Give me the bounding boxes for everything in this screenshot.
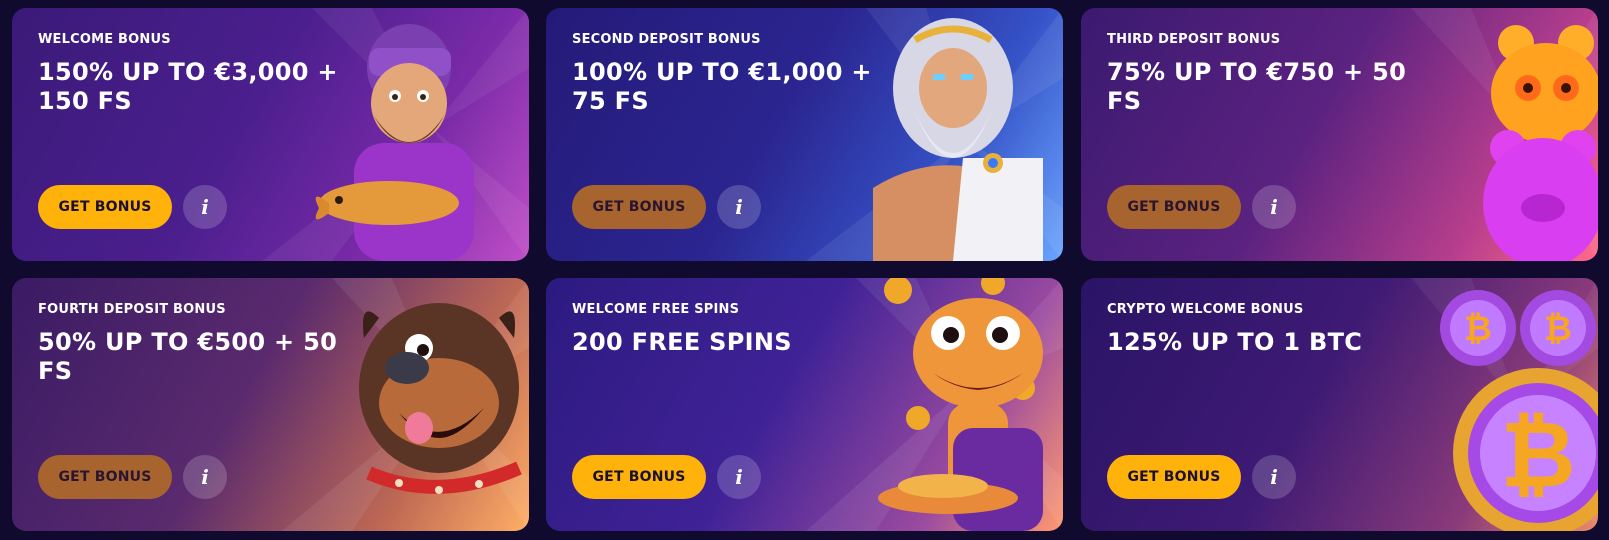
card-title: 100% UP TO €1,000 + 75 FS bbox=[572, 58, 872, 115]
bonus-grid: WELCOME BONUS 150% UP TO €3,000 + 150 FS… bbox=[0, 0, 1609, 540]
card-subtitle: SECOND DEPOSIT BONUS bbox=[572, 32, 761, 47]
bonus-card-second-deposit[interactable]: SECOND DEPOSIT BONUS 100% UP TO €1,000 +… bbox=[546, 8, 1063, 261]
info-button[interactable]: i bbox=[1252, 455, 1296, 499]
info-button[interactable]: i bbox=[183, 185, 227, 229]
card-title: 75% UP TO €750 + 50 FS bbox=[1107, 58, 1407, 115]
card-title: 125% UP TO 1 BTC bbox=[1107, 328, 1363, 356]
get-bonus-button[interactable]: GET BONUS bbox=[572, 185, 706, 229]
card-subtitle: FOURTH DEPOSIT BONUS bbox=[38, 302, 226, 317]
info-button[interactable]: i bbox=[183, 455, 227, 499]
get-bonus-button[interactable]: GET BONUS bbox=[572, 455, 706, 499]
card-subtitle: WELCOME BONUS bbox=[38, 32, 171, 47]
bitcoin-coins-icon: ₿ ₿ ₿ bbox=[1440, 290, 1598, 531]
bonus-card-fourth-deposit[interactable]: FOURTH DEPOSIT BONUS 50% UP TO €500 + 50… bbox=[12, 278, 529, 531]
svg-text:₿: ₿ bbox=[1501, 401, 1576, 508]
get-bonus-button[interactable]: GET BONUS bbox=[38, 185, 172, 229]
bonus-card-welcome[interactable]: WELCOME BONUS 150% UP TO €3,000 + 150 FS… bbox=[12, 8, 529, 261]
bulldog-icon bbox=[359, 303, 522, 494]
get-bonus-button[interactable]: GET BONUS bbox=[1107, 185, 1241, 229]
card-title: 150% UP TO €3,000 + 150 FS bbox=[38, 58, 338, 115]
card-title: 200 FREE SPINS bbox=[572, 328, 792, 356]
bonus-card-crypto-welcome[interactable]: ₿ ₿ ₿ CRYPTO WELCOME BONUS 125% UP TO 1 … bbox=[1081, 278, 1598, 531]
card-subtitle: WELCOME FREE SPINS bbox=[572, 302, 740, 317]
zeus-icon bbox=[873, 18, 1043, 261]
bonus-card-welcome-free-spins[interactable]: WELCOME FREE SPINS 200 FREE SPINS GET BO… bbox=[546, 278, 1063, 531]
info-button[interactable]: i bbox=[1252, 185, 1296, 229]
svg-text:₿: ₿ bbox=[1464, 309, 1492, 349]
card-title: 50% UP TO €500 + 50 FS bbox=[38, 328, 338, 385]
svg-text:₿: ₿ bbox=[1544, 309, 1572, 349]
info-button[interactable]: i bbox=[717, 185, 761, 229]
bonus-card-third-deposit[interactable]: THIRD DEPOSIT BONUS 75% UP TO €750 + 50 … bbox=[1081, 8, 1598, 261]
lizard-with-coins-icon bbox=[878, 278, 1043, 531]
card-subtitle: THIRD DEPOSIT BONUS bbox=[1107, 32, 1281, 47]
fisherman-icon bbox=[315, 24, 474, 261]
get-bonus-button[interactable]: GET BONUS bbox=[38, 455, 172, 499]
get-bonus-button[interactable]: GET BONUS bbox=[1107, 455, 1241, 499]
info-button[interactable]: i bbox=[717, 455, 761, 499]
gummy-bears-icon bbox=[1483, 25, 1598, 261]
card-subtitle: CRYPTO WELCOME BONUS bbox=[1107, 302, 1304, 317]
